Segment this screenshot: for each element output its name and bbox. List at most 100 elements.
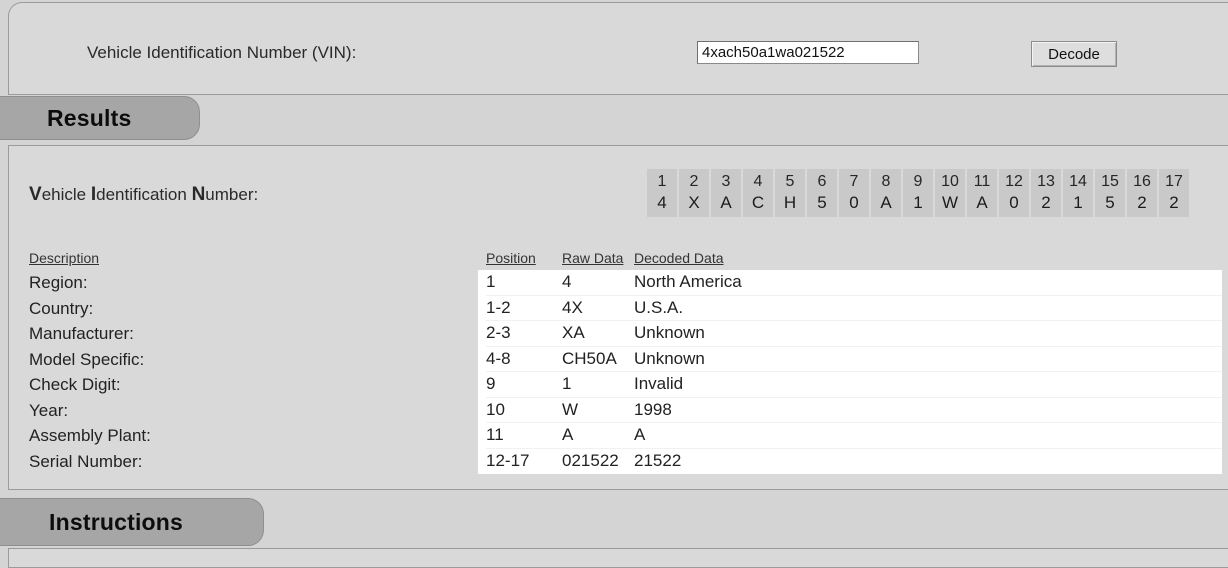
vin-cell-position: 5	[785, 173, 795, 190]
tab-instructions[interactable]: Instructions	[0, 498, 264, 546]
cell-position: 4-8	[486, 348, 511, 368]
cell-decoded: Unknown	[634, 348, 705, 368]
description-item: Region:	[29, 273, 88, 292]
vin-entry-row: Vehicle Identification Number (VIN): Dec…	[9, 3, 1228, 96]
vin-cell-position: 17	[1165, 173, 1183, 190]
cell-position: 2-3	[486, 323, 511, 343]
vin-cell-character: A	[976, 193, 988, 212]
cell-raw: 021522	[562, 451, 619, 471]
vin-cell-character: 1	[913, 193, 923, 212]
vin-cell-position: 16	[1133, 173, 1151, 190]
vin-cell: 17 2	[1159, 169, 1189, 217]
cell-raw: W	[562, 399, 579, 419]
vin-cell-position: 11	[973, 173, 991, 190]
cell-decoded: U.S.A.	[634, 297, 684, 317]
description-list: Region: Country: Manufacturer: Model Specif…	[29, 270, 469, 474]
description-item: Check Digit:	[29, 375, 121, 394]
vin-cell-character: 4	[657, 193, 667, 212]
vin-cell-position: 15	[1101, 173, 1119, 190]
vin-cell-position: 4	[753, 173, 763, 190]
results-panel: Vehicle Identification Number: 142X3A4C5…	[8, 145, 1228, 490]
vin-title-umber: umber:	[205, 185, 259, 204]
vin-cell: 65	[807, 169, 837, 217]
vin-cell-position: 10	[941, 173, 959, 190]
vin-cell: 14	[647, 169, 677, 217]
cell-decoded: North America	[634, 272, 742, 292]
vin-title-dentification: dentification	[96, 185, 192, 204]
cell-decoded: A	[634, 425, 646, 445]
vin-entry-panel: Vehicle Identification Number (VIN): Dec…	[8, 2, 1228, 95]
vin-cell: 10 W	[935, 169, 965, 217]
vin-cell: 11 A	[967, 169, 997, 217]
vin-cell-character: 2	[1169, 193, 1179, 212]
cell-position: 10	[486, 399, 505, 419]
decode-button[interactable]: Decode	[1031, 41, 1117, 67]
vin-cell: 15 5	[1095, 169, 1125, 217]
vin-character-grid: 1 4 2 X 3 A 4 C 5 H 6 5 7 0 8 A 9 1 10 W 11 A 12 0 13 2 14 1 15 5 16 2 1…	[647, 169, 1189, 217]
column-header-decoded-data: Decoded Data	[634, 250, 724, 266]
vin-cell-position: 14	[1069, 173, 1087, 190]
cell-decoded: Unknown	[634, 323, 705, 343]
instructions-panel	[8, 548, 1228, 568]
decoded-data-table: Position Raw Data Decoded Data 1 4 North A…	[478, 248, 1222, 474]
vin-cell-character: W	[941, 193, 959, 212]
cell-decoded: 1998	[634, 399, 672, 419]
vin-cell-character: 5	[1105, 193, 1115, 212]
description-column: Description Region: Country: Manufacturer:…	[29, 248, 469, 474]
vin-cell: 70	[839, 169, 869, 217]
decoded-table-body: 1 4 North America 1-2 4X U.S.A. 2-3 XA Unknown 4-…	[478, 270, 1222, 474]
vin-cell-position: 13	[1037, 173, 1055, 190]
vin-cell-character: 1	[1073, 193, 1083, 212]
table-row: 1 4 North America	[486, 270, 1222, 296]
tab-results-label: Results	[47, 104, 132, 131]
vin-cell-position: 2	[689, 173, 699, 190]
cell-position: 1-2	[486, 297, 511, 317]
vin-cell-character: 0	[849, 193, 859, 212]
vin-cell: 91	[903, 169, 933, 217]
vin-cell: 12 0	[999, 169, 1029, 217]
cell-raw: XA	[562, 323, 585, 343]
vin-cell-position: 3	[721, 173, 731, 190]
cell-raw: CH50A	[562, 348, 617, 368]
description-item: Model Specific:	[29, 349, 145, 369]
vin-input[interactable]	[697, 41, 919, 64]
vin-cell-position: 7	[849, 173, 859, 190]
vin-title-n: N	[191, 184, 206, 205]
vin-cell-character: A	[720, 193, 732, 212]
vin-cell-position: 1	[657, 173, 667, 190]
cell-position: 1	[486, 272, 496, 292]
cell-decoded: 21522	[634, 451, 682, 471]
vin-title-v: V	[29, 184, 42, 205]
table-row: 10 W 1998	[486, 398, 1222, 423]
description-item: Manufacturer:	[29, 324, 134, 343]
cell-raw: 1	[562, 374, 572, 394]
vin-cell-character: 2	[1041, 193, 1051, 212]
table-row: 9 1 Invalid	[486, 372, 1222, 398]
vin-input-label: Vehicle Identification Number (VIN):	[87, 43, 357, 62]
vin-cell-character: 2	[1137, 193, 1147, 212]
vin-cell-character: X	[688, 193, 700, 212]
vin-cell-character: 5	[817, 193, 827, 212]
vin-cell: 14 1	[1063, 169, 1093, 217]
vin-cell-character: C	[751, 193, 765, 212]
description-column-header: Description	[29, 250, 100, 266]
cell-raw: A	[562, 425, 574, 445]
table-row: 4-8 CH50A Unknown	[486, 347, 1222, 372]
tab-results[interactable]: Results	[0, 96, 200, 140]
vin-cell: 4C	[743, 169, 773, 217]
cell-position: 11	[486, 425, 504, 445]
cell-raw: 4	[562, 272, 572, 292]
vin-cell-position: 9	[913, 173, 923, 190]
cell-raw: 4X	[562, 297, 583, 317]
table-row: 11 A A	[486, 423, 1222, 449]
vin-summary-header: Vehicle Identification Number: 142X3A4C5…	[9, 168, 1228, 226]
vin-title-ehicle: ehicle	[41, 185, 91, 204]
decoded-table-header-row: Position Raw Data Decoded Data	[478, 248, 1222, 270]
table-row: 1-2 4X U.S.A.	[486, 296, 1222, 321]
table-row: 12-17 021522 21522	[486, 449, 1222, 475]
vin-cell-character: A	[880, 193, 892, 212]
description-item: Assembly Plant:	[29, 426, 151, 445]
vin-cell-position: 8	[881, 173, 891, 190]
cell-decoded: Invalid	[634, 374, 684, 394]
vin-cell-character: 0	[1009, 193, 1019, 212]
